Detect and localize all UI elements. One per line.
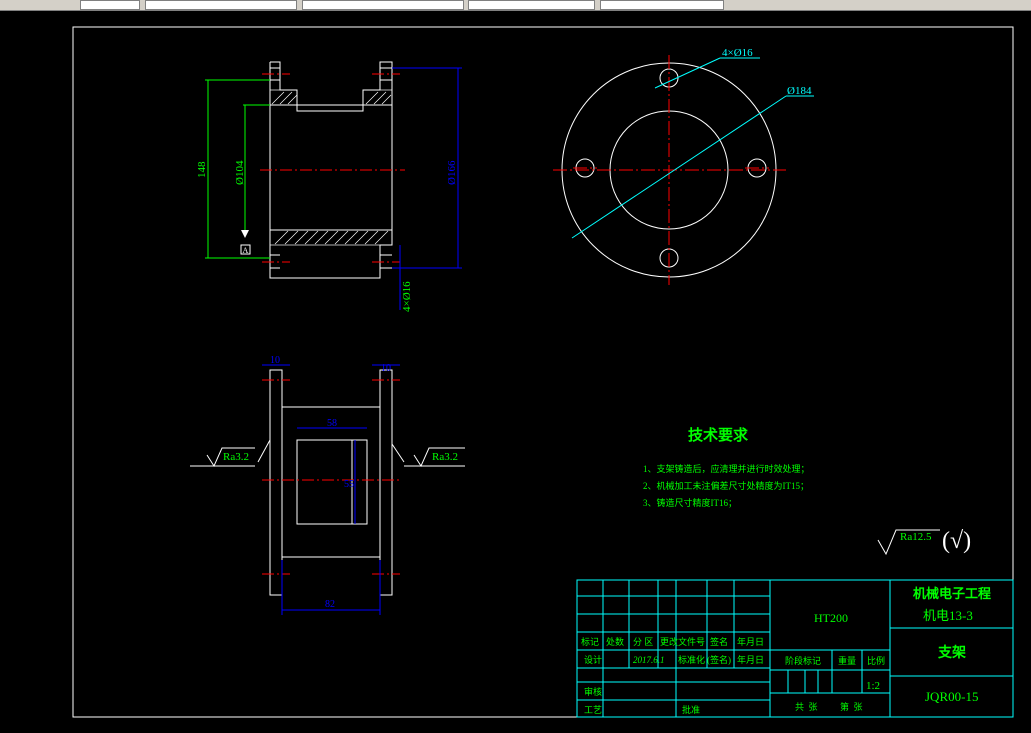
cad-drawing[interactable]: 148 Ø104 Ø166 4×Ø16 A 4×Ø16 Ø184 10 10 5… — [0, 10, 1031, 733]
dim-side-holes: 4×Ø16 — [722, 47, 753, 59]
dim-height-148: 148 — [196, 161, 208, 178]
dim-window-width: 58 — [327, 418, 337, 429]
header-mark: 标记 — [581, 636, 599, 647]
tech-item-2: 2、机械加工未注偏差尺寸处精度为IT15； — [643, 480, 809, 491]
right-margin — [1014, 27, 1020, 717]
header-date: 年月日 — [737, 636, 764, 647]
dim-inner-diameter: Ø104 — [234, 160, 246, 185]
bottom-view-centerlines — [262, 379, 400, 575]
dim-right-flange: 10 — [381, 363, 391, 374]
standard-label: 标准化 — [678, 654, 705, 665]
drawing-number: JQR00-15 — [925, 689, 978, 704]
toolbar-field[interactable] — [80, 0, 140, 10]
header-zone: 分 区 — [633, 637, 653, 647]
weight-label: 重量 — [838, 655, 856, 666]
material: HT200 — [814, 611, 848, 625]
tech-item-1: 1、支架铸造后，应清理并进行时效处理； — [643, 463, 810, 474]
review-label: 审核 — [584, 686, 602, 697]
class-name: 机电13-3 — [923, 608, 973, 623]
design-label: 设计 — [584, 654, 602, 665]
bottom-view-dimensions — [262, 364, 400, 615]
design-date: 2017.6.1 — [633, 655, 665, 665]
header-change-doc: 更改文件号 — [660, 636, 705, 647]
scale-value: 1:2 — [866, 680, 880, 692]
process-label: 工艺 — [584, 705, 602, 715]
sheet-total: 共 张 — [795, 702, 818, 712]
side-view-centerlines — [553, 55, 786, 285]
surface-finish-bracket: (√) — [942, 528, 971, 554]
drawing-frame — [72, 26, 1014, 718]
dim-side-flange: Ø184 — [787, 85, 812, 97]
scale-label: 比例 — [867, 655, 885, 666]
school: 机械电子工程 — [913, 586, 991, 601]
dim-outer-diameter: Ø166 — [446, 160, 458, 185]
side-view-leaders — [571, 57, 814, 239]
bottom-view — [269, 369, 393, 596]
dim-holes-front: 4×Ø16 — [401, 281, 413, 312]
toolbar-field[interactable] — [468, 0, 595, 10]
signature-label: (签名) — [707, 654, 731, 665]
tech-title: 技术要求 — [688, 426, 749, 444]
toolbar-field[interactable] — [145, 0, 297, 10]
dim-left-flange: 10 — [270, 355, 280, 366]
stage-label: 阶段标记 — [785, 655, 821, 666]
toolbar-field[interactable] — [600, 0, 724, 10]
datum-symbol: A — [240, 230, 251, 255]
tech-item-3: 3、铸造尺寸精度IT16； — [643, 497, 737, 508]
roughness-right-value: Ra3.2 — [432, 451, 458, 463]
part-name: 支架 — [937, 644, 966, 661]
toolbar-field[interactable] — [302, 0, 464, 10]
dim-window-height: 55 — [344, 479, 354, 490]
dim-overall-width: 82 — [325, 599, 335, 610]
roughness-left-value: Ra3.2 — [223, 451, 249, 463]
header-count: 处数 — [606, 636, 624, 647]
datum-label: A — [243, 246, 249, 255]
header-signature: 签名 — [710, 636, 728, 647]
front-view-dimensions-blue — [392, 67, 462, 310]
approve-label: 批准 — [682, 704, 700, 715]
sheet-number: 第 张 — [840, 701, 863, 712]
date-label: 年月日 — [737, 654, 764, 665]
surface-finish-value: Ra12.5 — [900, 531, 932, 543]
